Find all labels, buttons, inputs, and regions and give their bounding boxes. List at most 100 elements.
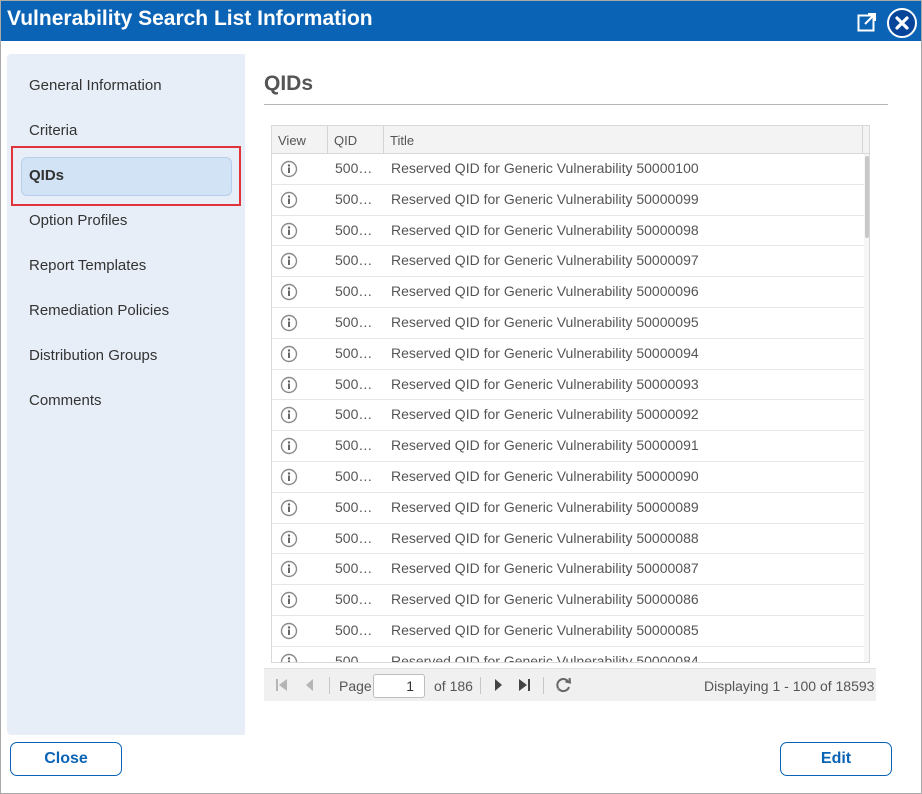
section-title: QIDs [264, 72, 314, 95]
info-icon[interactable] [280, 499, 298, 517]
info-icon[interactable] [280, 283, 298, 301]
table-row[interactable]: 500… Reserved QID for Generic Vulnerabili… [272, 461, 864, 493]
table-row[interactable]: 500… Reserved QID for Generic Vulnerabili… [272, 431, 864, 462]
qid-cell: 500… [335, 221, 373, 238]
column-header-title[interactable]: Title [390, 133, 414, 148]
info-icon[interactable] [280, 376, 298, 394]
section-divider [264, 104, 888, 105]
refresh-icon[interactable] [553, 675, 573, 695]
table-row[interactable]: 500… Reserved QID for Generic Vulnerabili… [272, 615, 864, 647]
pager-separator [329, 677, 330, 694]
qid-cell: 500… [335, 591, 373, 608]
page-number-input[interactable] [373, 674, 425, 698]
title-cell: Reserved QID for Generic Vulnerability 5… [391, 652, 699, 663]
info-icon[interactable] [280, 591, 298, 609]
grid-header: View QID Title [272, 126, 869, 154]
sidebar-item-general-information[interactable]: General Information [29, 77, 162, 94]
sidebar-item-comments[interactable]: Comments [29, 392, 102, 409]
qid-cell: 500… [335, 621, 373, 638]
table-row[interactable]: 500… Reserved QID for Generic Vulnerabili… [272, 246, 864, 278]
qid-grid: View QID Title 500… Reserved QID for Gene… [271, 125, 870, 663]
info-icon[interactable] [280, 622, 298, 640]
info-icon[interactable] [280, 160, 298, 178]
title-cell: Reserved QID for Generic Vulnerability 5… [391, 160, 699, 176]
grid-body: 500… Reserved QID for Generic Vulnerabili… [272, 154, 864, 663]
title-bar: Vulnerability Search List Information [1, 1, 921, 41]
table-row[interactable]: 500… Reserved QID for Generic Vulnerabili… [272, 369, 864, 401]
prev-page-icon[interactable] [302, 677, 318, 693]
pager-separator [480, 677, 481, 694]
info-icon[interactable] [280, 252, 298, 270]
title-cell: Reserved QID for Generic Vulnerability 5… [391, 529, 699, 546]
qid-cell: 500… [335, 313, 373, 330]
column-divider [327, 126, 328, 154]
qid-cell: 500… [335, 283, 373, 300]
info-icon[interactable] [280, 560, 298, 578]
info-icon[interactable] [280, 530, 298, 548]
pagination-toolbar: Page of 186 Displaying 1 - 100 of 18593 [264, 668, 876, 701]
table-row[interactable]: 500… Reserved QID for Generic Vulnerabili… [272, 646, 864, 663]
info-icon[interactable] [280, 191, 298, 209]
pager-separator [543, 677, 544, 694]
info-icon[interactable] [280, 653, 298, 663]
qid-cell: 500… [335, 498, 373, 515]
table-row[interactable]: 500… Reserved QID for Generic Vulnerabili… [272, 338, 864, 370]
title-cell: Reserved QID for Generic Vulnerability 5… [391, 467, 699, 484]
column-header-qid[interactable]: QID [334, 133, 357, 148]
info-icon[interactable] [280, 437, 298, 455]
close-button[interactable]: Close [10, 742, 122, 776]
grid-scrollbar[interactable] [864, 154, 869, 662]
title-cell: Reserved QID for Generic Vulnerability 5… [391, 406, 699, 423]
sidebar-item-option-profiles[interactable]: Option Profiles [29, 212, 127, 229]
table-row[interactable]: 500… Reserved QID for Generic Vulnerabili… [272, 400, 864, 432]
first-page-icon[interactable] [274, 677, 290, 693]
dialog-window: Vulnerability Search List Information Ge… [0, 0, 922, 794]
table-row[interactable]: 500… Reserved QID for Generic Vulnerabili… [272, 277, 864, 308]
table-row[interactable]: 500… Reserved QID for Generic Vulnerabili… [272, 523, 864, 555]
qid-cell: 500… [335, 467, 373, 484]
last-page-icon[interactable] [516, 677, 532, 693]
popout-icon[interactable] [857, 12, 877, 32]
title-cell: Reserved QID for Generic Vulnerability 5… [391, 375, 699, 392]
qid-cell: 500… [335, 344, 373, 361]
sidebar-item-criteria[interactable]: Criteria [29, 122, 77, 139]
table-row[interactable]: 500… Reserved QID for Generic Vulnerabili… [272, 554, 864, 586]
table-row[interactable]: 500… Reserved QID for Generic Vulnerabili… [272, 154, 864, 185]
qid-cell: 500… [335, 406, 373, 423]
title-cell: Reserved QID for Generic Vulnerability 5… [391, 591, 699, 608]
table-row[interactable]: 500… Reserved QID for Generic Vulnerabili… [272, 585, 864, 616]
info-icon[interactable] [280, 222, 298, 240]
info-icon[interactable] [280, 345, 298, 363]
edit-button[interactable]: Edit [780, 742, 892, 776]
column-header-view[interactable]: View [278, 133, 306, 148]
info-icon[interactable] [280, 468, 298, 486]
title-cell: Reserved QID for Generic Vulnerability 5… [391, 283, 699, 300]
display-range-text: Displaying 1 - 100 of 18593 [704, 678, 875, 694]
column-divider [862, 126, 863, 154]
title-cell: Reserved QID for Generic Vulnerability 5… [391, 437, 699, 454]
qid-cell: 500… [335, 375, 373, 392]
title-cell: Reserved QID for Generic Vulnerability 5… [391, 190, 699, 207]
sidebar-item-qids[interactable]: QIDs [29, 167, 64, 184]
title-cell: Reserved QID for Generic Vulnerability 5… [391, 621, 699, 638]
info-icon[interactable] [280, 314, 298, 332]
table-row[interactable]: 500… Reserved QID for Generic Vulnerabili… [272, 184, 864, 216]
column-divider [383, 126, 384, 154]
scrollbar-thumb[interactable] [865, 156, 869, 238]
page-label: Page [339, 678, 372, 694]
next-page-icon[interactable] [490, 677, 506, 693]
sidebar-item-distribution-groups[interactable]: Distribution Groups [29, 347, 157, 364]
sidebar-item-report-templates[interactable]: Report Templates [29, 257, 146, 274]
info-icon[interactable] [280, 406, 298, 424]
table-row[interactable]: 500… Reserved QID for Generic Vulnerabili… [272, 492, 864, 524]
title-cell: Reserved QID for Generic Vulnerability 5… [391, 221, 699, 238]
qid-cell: 500… [335, 652, 373, 663]
sidebar-item-remediation-policies[interactable]: Remediation Policies [29, 302, 169, 319]
table-row[interactable]: 500… Reserved QID for Generic Vulnerabili… [272, 215, 864, 247]
table-row[interactable]: 500… Reserved QID for Generic Vulnerabili… [272, 307, 864, 339]
close-dialog-button[interactable] [887, 8, 917, 38]
qid-cell: 500… [335, 560, 373, 577]
title-cell: Reserved QID for Generic Vulnerability 5… [391, 344, 699, 361]
qid-cell: 500… [335, 190, 373, 207]
close-icon [895, 16, 909, 30]
